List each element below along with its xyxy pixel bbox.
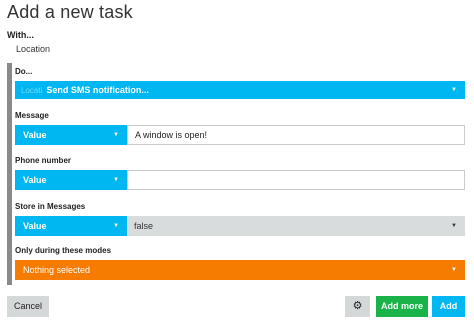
store-label: Store in Messages [15,202,86,211]
message-type-value: Value [23,130,47,140]
add-button[interactable]: Add [432,296,465,317]
cancel-button[interactable]: Cancel [7,296,49,317]
modes-select[interactable]: Nothing selected ▼ [15,260,465,280]
phone-number-label: Phone number [15,156,72,165]
caret-down-icon: ▼ [451,267,457,273]
with-value: Location [16,44,51,54]
with-label: With... [7,30,34,40]
store-boolean-select[interactable]: false ▼ [127,216,465,236]
caret-down-icon: ▼ [113,132,119,138]
modes-label: Only during these modes [15,246,112,255]
message-input[interactable]: A window is open! [127,125,465,145]
caret-down-icon: ▼ [451,223,457,229]
panel-side-bar [7,63,12,285]
phone-type-value: Value [23,175,47,185]
caret-down-icon: ▼ [451,87,457,93]
phone-type-select[interactable]: Value ▼ [15,170,127,190]
modes-selected-value: Nothing selected [23,265,91,275]
do-label: Do... [15,67,33,76]
do-action-select[interactable]: Locati Send SMS notification... ▼ [15,81,465,99]
phone-number-input[interactable] [127,170,465,190]
gear-icon: ⚙ [352,300,363,312]
do-ghost-text: Locati [21,86,43,95]
caret-down-icon: ▼ [113,223,119,229]
settings-button[interactable]: ⚙ [345,296,370,317]
message-label: Message [15,111,49,120]
caret-down-icon: ▼ [113,177,119,183]
message-type-select[interactable]: Value ▼ [15,125,127,145]
page-title: Add a new task [7,2,133,22]
store-type-value: Value [23,221,47,231]
store-boolean-value: false [134,221,154,231]
add-more-button[interactable]: Add more [376,296,428,317]
store-type-select[interactable]: Value ▼ [15,216,127,236]
do-selected-value: Send SMS notification... [46,85,149,95]
